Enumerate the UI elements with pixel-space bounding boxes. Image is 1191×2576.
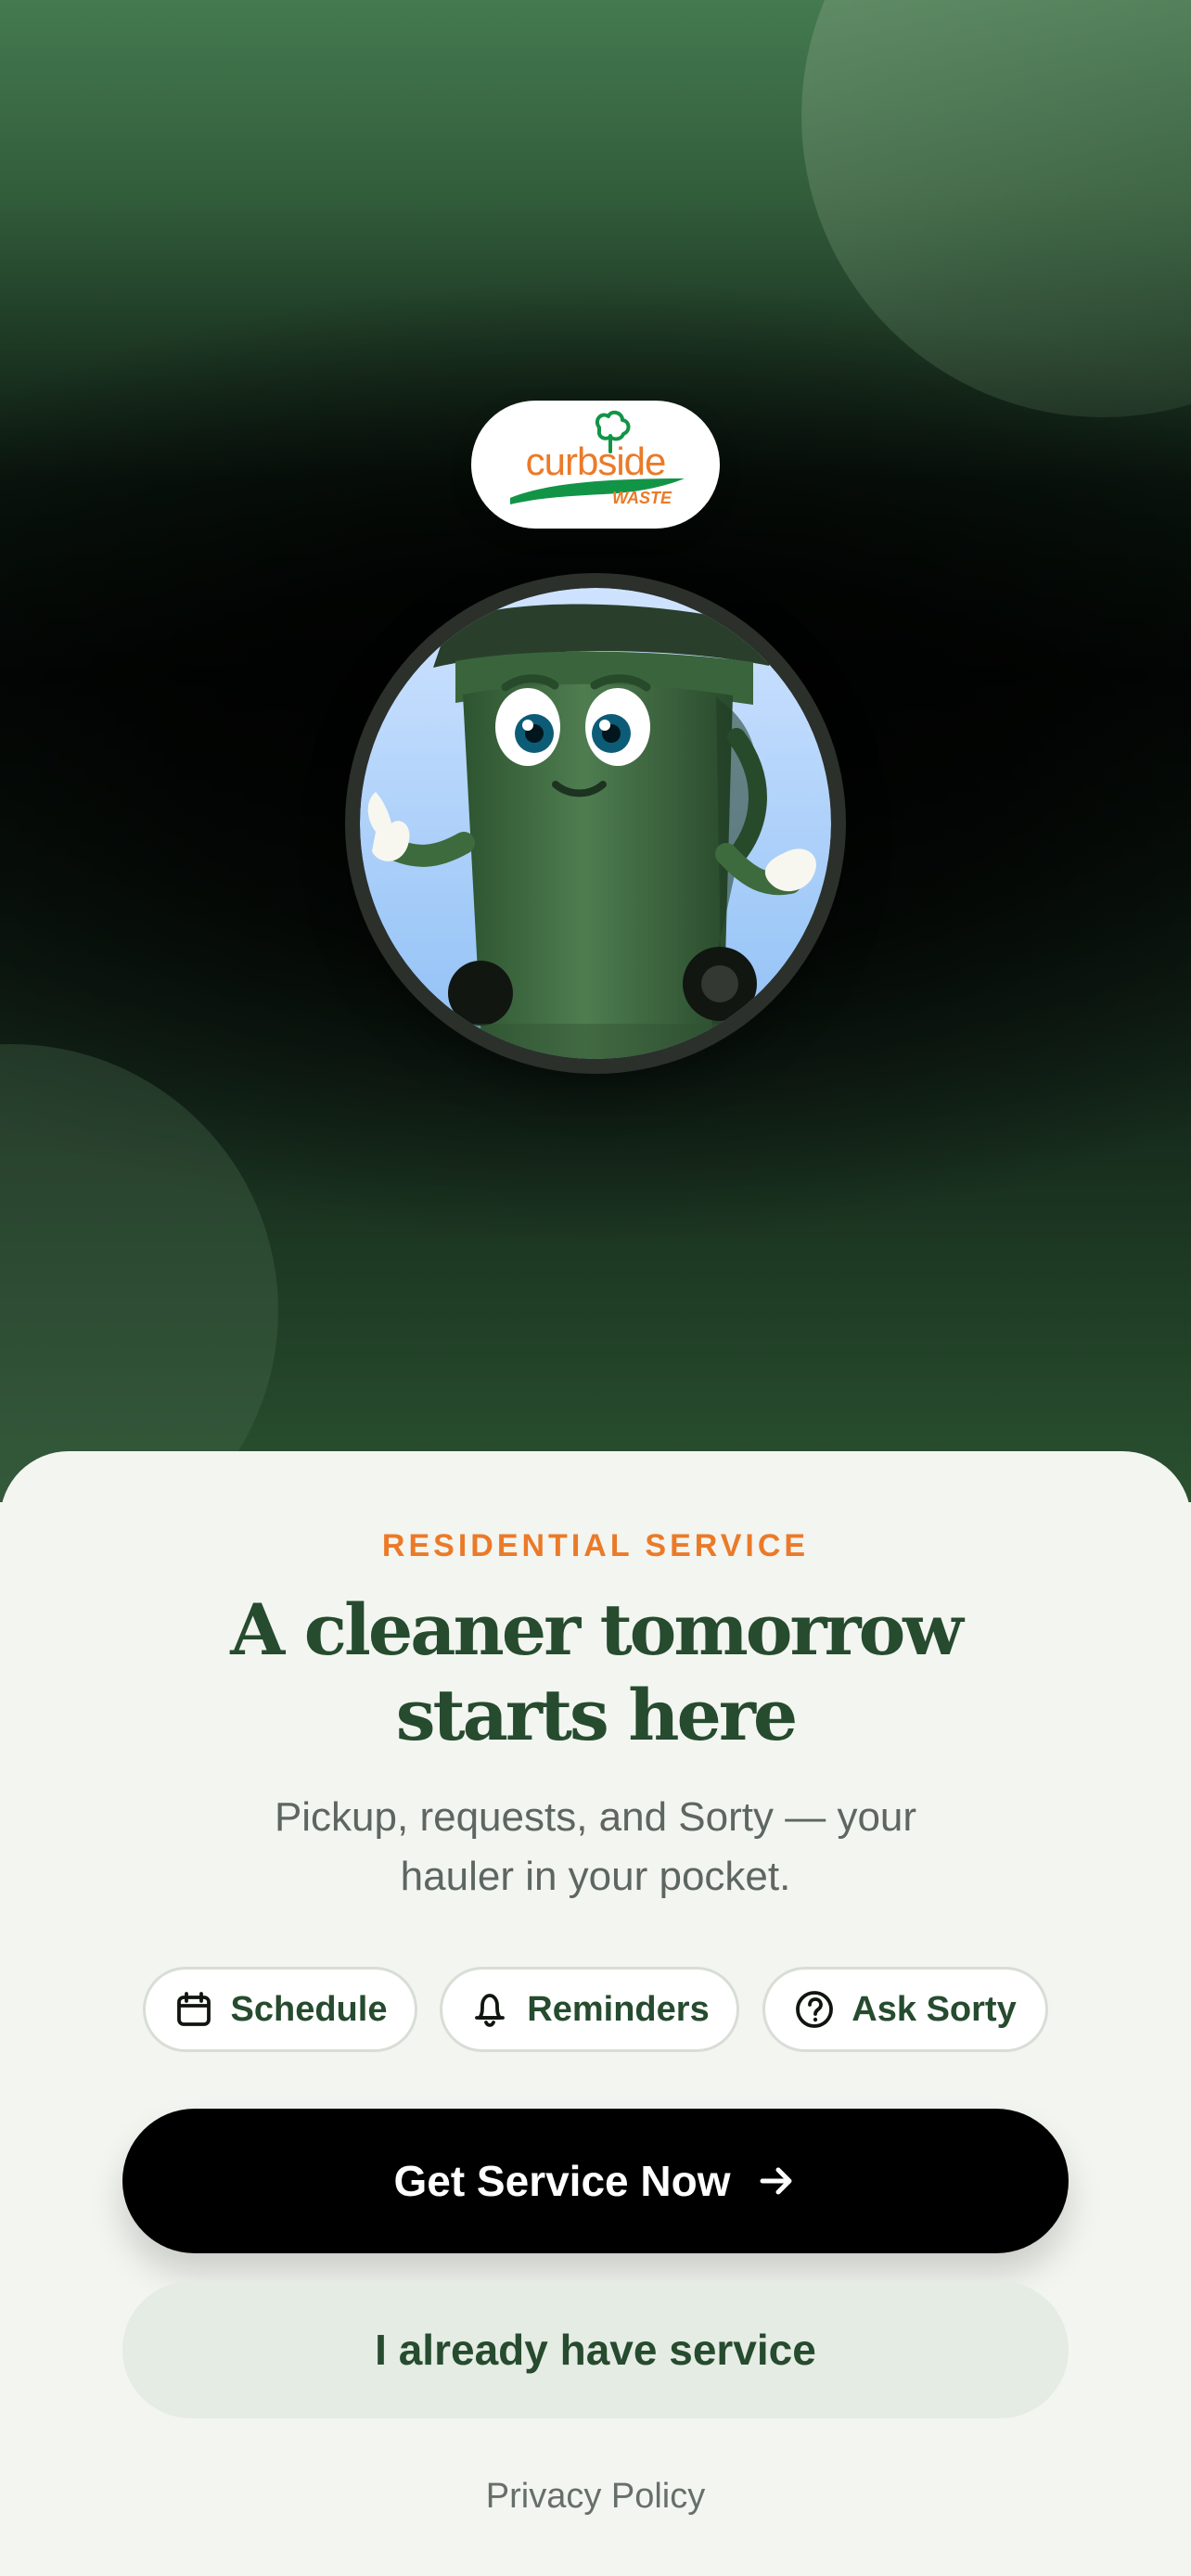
subheadline-line-1: Pickup, requests, and Sorty — your: [274, 1794, 917, 1840]
logo-wordmark: curbside: [526, 440, 666, 483]
decorative-bottom-bubble: [0, 1044, 278, 1502]
already-have-service-label: I already have service: [375, 2326, 816, 2374]
ask-sorty-feature-chip: Ask Sorty: [762, 1967, 1048, 2052]
curbside-waste-logo: curbside WASTE: [510, 410, 685, 507]
privacy-policy-link[interactable]: Privacy Policy: [0, 2472, 1191, 2520]
subheadline-line-2: hauler in your pocket.: [400, 1854, 791, 1899]
calendar-icon: [176, 1992, 211, 2026]
schedule-feature-chip: Schedule: [143, 1967, 417, 2052]
schedule-label: Schedule: [230, 1989, 388, 2029]
subheadline: Pickup, requests, and Sorty — your haule…: [206, 1788, 985, 1906]
headline-line-1: A cleaner tomorrow: [230, 1588, 963, 1671]
curbside-waste-logo-badge: curbside WASTE: [471, 401, 720, 529]
hero-section: curbside WASTE: [0, 0, 1191, 1502]
get-service-now-button[interactable]: Get Service Now: [122, 2109, 1069, 2253]
ask-sorty-label: Ask Sorty: [852, 1989, 1017, 2029]
logo-subtext: WASTE: [612, 489, 672, 507]
already-have-service-button[interactable]: I already have service: [122, 2281, 1069, 2418]
get-service-now-label: Get Service Now: [393, 2157, 731, 2205]
arrow-right-icon: [760, 2167, 792, 2195]
trash-bin-mascot-image: [360, 588, 831, 1059]
onboarding-screen: curbside WASTE RESIDENTIAL SERVICE A cle…: [0, 0, 1191, 2576]
reminders-feature-chip: Reminders: [440, 1967, 739, 2052]
service-type-label: RESIDENTIAL SERVICE: [381, 1528, 810, 1563]
reminders-label: Reminders: [527, 1989, 710, 2029]
mascot-avatar: [345, 573, 846, 1074]
headline-line-2: starts here: [395, 1674, 799, 1756]
decorative-top-bubble: [801, 0, 1191, 417]
bell-icon: [475, 1994, 506, 2027]
question-circle-icon: [796, 1991, 834, 2028]
main-headline: A cleaner tomorrow starts here: [132, 1588, 1059, 1758]
